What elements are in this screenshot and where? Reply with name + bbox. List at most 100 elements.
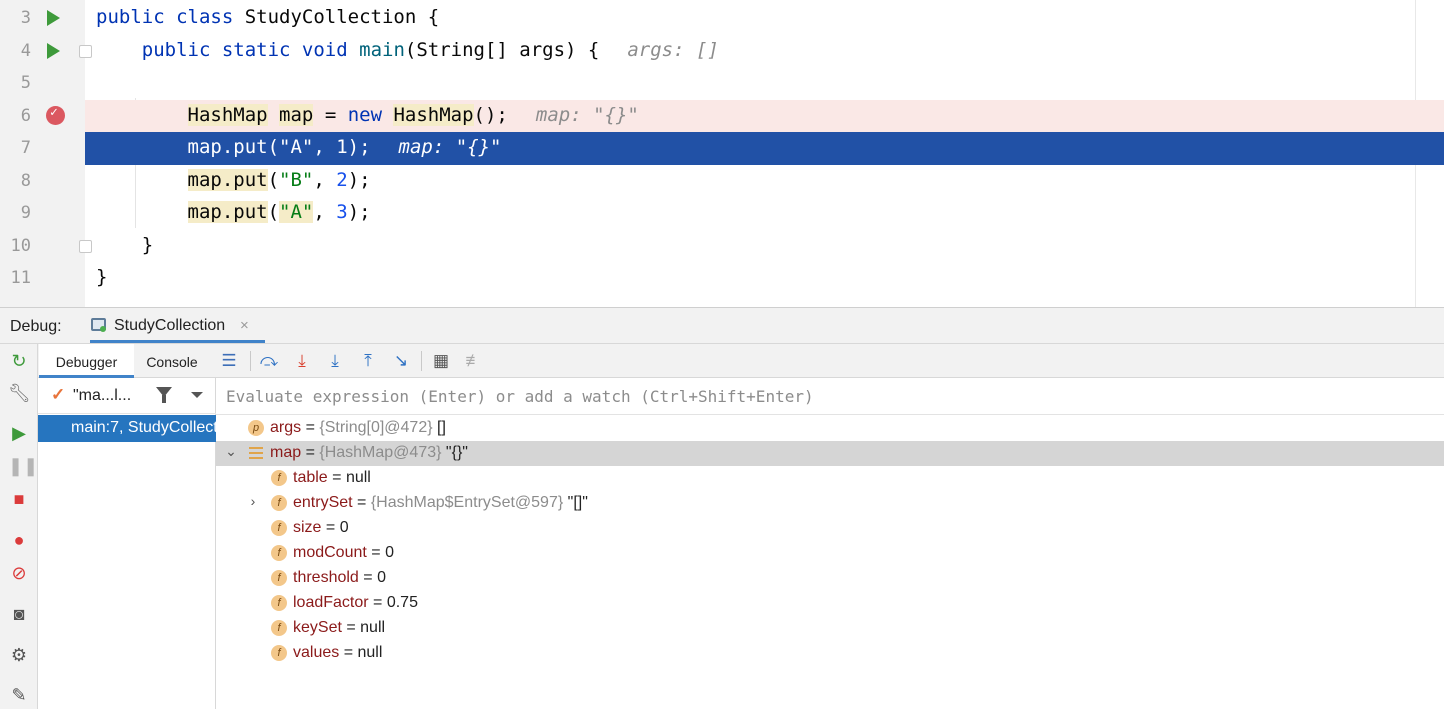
pause-icon[interactable]: ❚❚ bbox=[8, 455, 38, 477]
variable-type: {HashMap@473} bbox=[319, 444, 442, 461]
variable-text: loadFactor = 0.75 bbox=[293, 594, 418, 612]
run-gutter-icon[interactable] bbox=[47, 10, 60, 26]
code-token: StudyCollection { bbox=[244, 6, 440, 28]
code-line[interactable]: 9 map.put("A", 3); bbox=[0, 197, 1444, 230]
code-token: static bbox=[221, 38, 302, 61]
line-number: 6 bbox=[20, 105, 31, 126]
filter-icon[interactable] bbox=[156, 387, 172, 403]
variable-text: threshold = 0 bbox=[293, 569, 386, 587]
chevron-down-icon[interactable] bbox=[191, 392, 203, 398]
code-token: map.put bbox=[187, 201, 268, 223]
variable-row[interactable]: › f entrySet = {HashMap$EntrySet@597} "[]" bbox=[216, 491, 1444, 516]
variable-text: table = null bbox=[293, 469, 371, 487]
variable-name: size bbox=[293, 519, 322, 536]
variable-value: null bbox=[360, 619, 386, 636]
tab-debugger[interactable]: Debugger bbox=[39, 344, 134, 378]
view-breakpoints-icon[interactable]: ● bbox=[8, 529, 30, 551]
pin-icon[interactable]: ✎ bbox=[8, 684, 30, 706]
force-step-into-icon[interactable]: ⤓ bbox=[291, 350, 313, 372]
tab-study-collection[interactable]: StudyCollection × bbox=[90, 308, 265, 343]
code-token: ); bbox=[347, 201, 371, 223]
run-gutter-icon[interactable] bbox=[47, 42, 60, 59]
breakpoint-icon[interactable] bbox=[46, 105, 65, 125]
chevron-right-icon[interactable]: › bbox=[246, 493, 260, 509]
variable-row[interactable]: f table = null bbox=[216, 466, 1444, 491]
code-token: ( bbox=[267, 201, 280, 223]
rerun-icon[interactable]: ↻ bbox=[8, 350, 30, 372]
variable-row[interactable]: p args = {String[0]@472} [] bbox=[216, 416, 1444, 441]
code-line[interactable]: 4 public static void main(String[] args)… bbox=[0, 35, 1444, 68]
close-icon[interactable]: × bbox=[240, 317, 249, 334]
chevron-down-icon[interactable]: ⌄ bbox=[224, 443, 238, 460]
line-number: 7 bbox=[20, 138, 31, 158]
run-to-cursor-icon[interactable]: ↘ bbox=[390, 350, 412, 372]
settings-wrench-icon[interactable]: 🔧︎ bbox=[8, 382, 31, 404]
variable-row[interactable]: f threshold = 0 bbox=[216, 566, 1444, 591]
code-line[interactable]: 5 bbox=[0, 67, 1444, 100]
variable-name: loadFactor bbox=[293, 594, 369, 611]
code-token: map bbox=[279, 103, 314, 126]
variable-value: null bbox=[357, 644, 383, 661]
variable-type: {HashMap$EntrySet@597} bbox=[370, 494, 564, 511]
step-into-icon[interactable]: ⤓ bbox=[324, 350, 346, 372]
trace-icon[interactable]: ≢ bbox=[463, 350, 485, 372]
resume-icon[interactable]: ▶ bbox=[8, 422, 30, 444]
variable-row[interactable]: f size = 0 bbox=[216, 516, 1444, 541]
variable-value: 0.75 bbox=[386, 594, 418, 611]
evaluate-expression-icon[interactable]: ▦ bbox=[430, 350, 452, 372]
fold-icon[interactable] bbox=[79, 239, 92, 253]
checkmark-icon: ✓ bbox=[51, 385, 66, 404]
watch-input[interactable]: Evaluate expression (Enter) or add a wat… bbox=[216, 378, 1444, 415]
code-text: public class StudyCollection { bbox=[96, 6, 439, 28]
stop-icon[interactable]: ■ bbox=[8, 488, 30, 510]
variable-row[interactable]: ⌄ map = {HashMap@473} "{}" bbox=[216, 441, 1444, 466]
code-text: HashMap map = new HashMap(); map: "{}" bbox=[96, 103, 639, 126]
code-text: } bbox=[96, 266, 107, 288]
variable-eq: = bbox=[339, 644, 358, 661]
code-editor[interactable]: 3 public class StudyCollection {4 public … bbox=[0, 0, 1444, 307]
fold-icon[interactable] bbox=[79, 44, 92, 58]
code-text: map.put("B", 2); bbox=[96, 168, 371, 191]
code-token: 3 bbox=[336, 201, 348, 223]
code-line[interactable]: 11} bbox=[0, 262, 1444, 295]
mute-breakpoints-icon[interactable]: ⊘ bbox=[8, 562, 30, 584]
code-line[interactable]: 3 public class StudyCollection { bbox=[0, 2, 1444, 35]
line-number: 4 bbox=[20, 40, 31, 61]
debugger-tabs-bar: Debugger Console ☰ ⤼ ⤓ ⤓ ⤒ ↘ ▦ ≢ bbox=[38, 344, 1444, 378]
variable-name: map bbox=[270, 444, 302, 461]
code-token: "A" bbox=[279, 201, 314, 223]
gear-icon[interactable]: ⚙ bbox=[8, 644, 30, 666]
variable-row[interactable]: f loadFactor = 0.75 bbox=[216, 591, 1444, 616]
step-out-icon[interactable]: ⤒ bbox=[357, 350, 379, 372]
debug-label: Debug: bbox=[10, 318, 62, 335]
variable-value: 0 bbox=[377, 569, 386, 586]
variable-row[interactable]: f values = null bbox=[216, 641, 1444, 666]
field-icon: f bbox=[271, 495, 287, 511]
camera-icon[interactable]: ◙ bbox=[8, 603, 30, 625]
variable-row[interactable]: f keySet = null bbox=[216, 616, 1444, 641]
tab-title: StudyCollection bbox=[114, 317, 226, 334]
frame-item[interactable]: main:7, StudyCollection bbox=[38, 415, 216, 442]
code-line[interactable]: 8 map.put("B", 2); bbox=[0, 165, 1444, 198]
frame-label: main:7, StudyCollection bbox=[71, 419, 216, 436]
code-token: , bbox=[313, 201, 337, 223]
debug-tool-window-header: Debug: StudyCollection × bbox=[0, 307, 1444, 344]
tab-console[interactable]: Console bbox=[134, 344, 210, 378]
variable-text: map = {HashMap@473} "{}" bbox=[270, 444, 468, 462]
variable-eq: = bbox=[352, 494, 371, 511]
thread-selector[interactable]: ✓ "ma...l... bbox=[38, 378, 216, 414]
code-token: } bbox=[96, 266, 108, 288]
step-over-icon[interactable]: ⤼ bbox=[258, 350, 280, 372]
code-line[interactable]: 6 HashMap map = new HashMap();map: "{}" bbox=[0, 99, 1444, 132]
variable-name: table bbox=[293, 469, 328, 486]
variable-eq: = bbox=[301, 419, 320, 436]
variable-row[interactable]: f modCount = 0 bbox=[216, 541, 1444, 566]
variable-eq: = bbox=[327, 469, 346, 486]
variable-eq: = bbox=[358, 569, 378, 586]
code-token: (); bbox=[473, 103, 508, 126]
code-line[interactable]: 7 map.put("A", 1); map: "{}" bbox=[0, 132, 1444, 165]
layout-icon[interactable]: ☰ bbox=[218, 350, 240, 372]
code-line[interactable]: 10 } bbox=[0, 230, 1444, 263]
code-token: map.put bbox=[187, 168, 268, 191]
